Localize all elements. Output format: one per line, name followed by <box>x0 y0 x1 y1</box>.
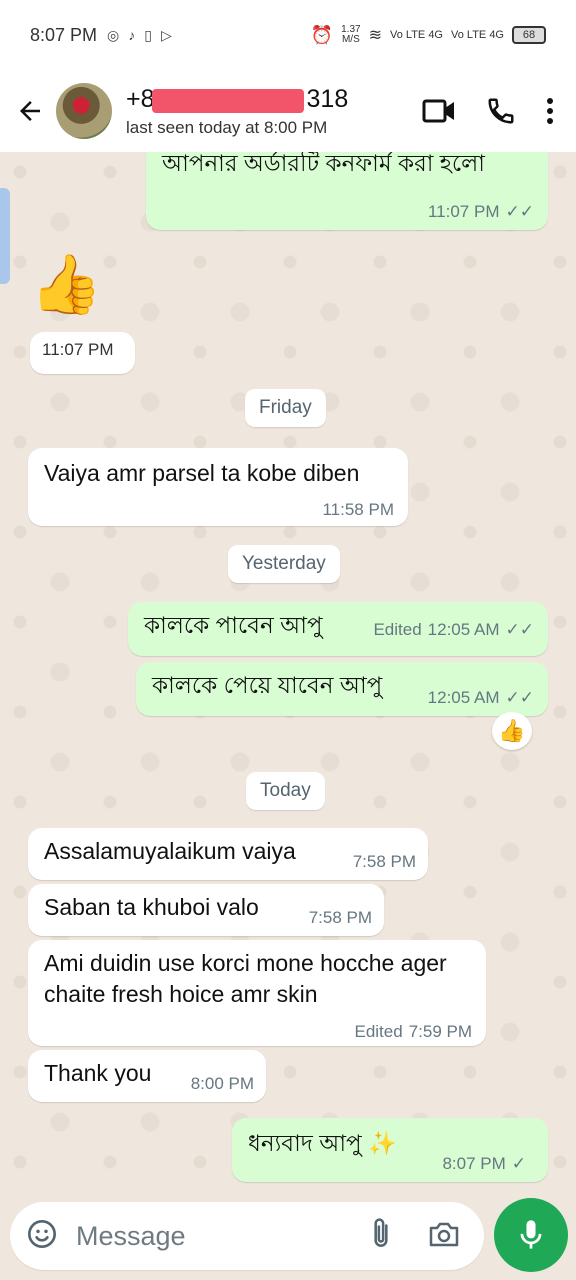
message-time-bubble: 11:07 PM <box>30 332 135 374</box>
message-text: Saban ta khuboi valo <box>44 894 259 920</box>
signal-1: Vo LTE 4G <box>390 29 443 41</box>
date-separator: Today <box>246 772 325 810</box>
date-separator: Yesterday <box>228 545 340 583</box>
emoji-message[interactable]: 👍 <box>30 252 102 318</box>
redaction-mark <box>152 88 304 113</box>
input-bar <box>0 1198 576 1280</box>
phone-icon[interactable] <box>486 96 516 126</box>
play-icon: ▷ <box>160 26 172 43</box>
contact-info[interactable]: +8 318 last seen today at 8:00 PM <box>126 85 348 138</box>
double-tick-icon: ✓✓ <box>505 202 535 221</box>
message-text: ধন্যবাদ আপু ✨ <box>248 1130 397 1156</box>
message-bubble-outgoing[interactable]: কালকে পাবেন আপু Edited 12:05 AM ✓✓ <box>128 602 548 656</box>
signal-2: Vo LTE 4G <box>451 29 504 41</box>
last-seen: last seen today at 8:00 PM <box>126 117 328 137</box>
alarm-icon: ⏰ <box>310 24 334 45</box>
edited-label: Edited <box>373 620 422 639</box>
double-tick-icon: ✓✓ <box>505 620 535 639</box>
message-bubble-incoming[interactable]: Vaiya amr parsel ta kobe diben 11:58 PM <box>28 448 408 526</box>
message-text: আপনার অর্ডারটি কনফার্ম করা হলো <box>162 152 485 176</box>
message-text: Vaiya amr parsel ta kobe diben <box>44 460 360 486</box>
system-icons: ⏰ 1.37 M/S ≋ Vo LTE 4G Vo LTE 4G 68 <box>311 25 546 46</box>
side-tab <box>0 188 10 284</box>
paperclip-icon[interactable] <box>368 1217 394 1256</box>
message-text: কালকে পাবেন আপু <box>144 612 323 638</box>
microphone-icon[interactable] <box>494 1198 568 1272</box>
single-tick-icon: ✓ <box>511 1154 526 1173</box>
message-input-container[interactable] <box>10 1202 484 1270</box>
message-bubble-incoming[interactable]: Saban ta khuboi valo 7:58 PM <box>28 884 384 936</box>
message-meta: 11:07 PM ✓✓ <box>427 202 535 221</box>
message-text: কালকে পেয়ে যাবেন আপু <box>152 672 383 698</box>
camera-icon[interactable] <box>428 1220 460 1253</box>
messenger-icon: ◎ <box>107 26 120 43</box>
message-bubble-incoming[interactable]: Ami duidin use korci mone hocche ager ch… <box>28 940 486 1046</box>
battery-icon: 68 <box>512 26 546 44</box>
status-time: 8:07 PM <box>30 24 98 45</box>
message-bubble-outgoing[interactable]: কালকে পেয়ে যাবেন আপু 12:05 AM ✓✓ <box>136 662 548 716</box>
message-bubble-outgoing[interactable]: ধন্যবাদ আপু ✨ 8:07 PM ✓ <box>232 1118 548 1182</box>
more-vert-icon[interactable] <box>546 97 554 125</box>
contact-name: +8 318 <box>126 84 349 113</box>
message-bubble-incoming[interactable]: Thank you 8:00 PM <box>28 1050 266 1102</box>
message-bubble-incoming[interactable]: Assalamuyalaikum vaiya 7:58 PM <box>28 828 428 880</box>
sim-icon: ▯ <box>144 26 152 43</box>
emoji-icon[interactable] <box>26 1218 58 1255</box>
message-text: Thank you <box>44 1060 152 1086</box>
chat-area[interactable]: আপনার অর্ডারটি কনফার্ম করা হলো 11:07 PM … <box>0 152 576 1202</box>
message-text: Assalamuyalaikum vaiya <box>44 838 296 864</box>
back-arrow-icon[interactable] <box>4 85 56 137</box>
double-tick-icon: ✓✓ <box>505 688 535 707</box>
tiktok-icon: ♪ <box>128 27 136 43</box>
net-speed: 1.37 M/S <box>341 24 361 45</box>
avatar[interactable] <box>56 83 112 139</box>
video-call-icon[interactable] <box>422 98 456 124</box>
wifi-icon: ≋ <box>368 27 382 44</box>
notification-icons: ◎ ♪ ▯ ▷ <box>107 27 172 44</box>
chat-header: +8 318 last seen today at 8:00 PM <box>0 70 576 152</box>
date-separator: Friday <box>245 389 326 427</box>
reaction-badge[interactable]: 👍 <box>492 712 532 750</box>
message-text: Ami duidin use korci mone hocche ager ch… <box>44 950 447 1007</box>
edited-label: Edited <box>354 1022 403 1041</box>
message-input[interactable] <box>76 1220 336 1252</box>
status-bar: 8:07 PM ◎ ♪ ▯ ▷ ⏰ 1.37 M/S ≋ Vo LTE 4G V… <box>0 0 576 70</box>
message-bubble-outgoing[interactable]: আপনার অর্ডারটি কনফার্ম করা হলো 11:07 PM … <box>146 152 548 230</box>
